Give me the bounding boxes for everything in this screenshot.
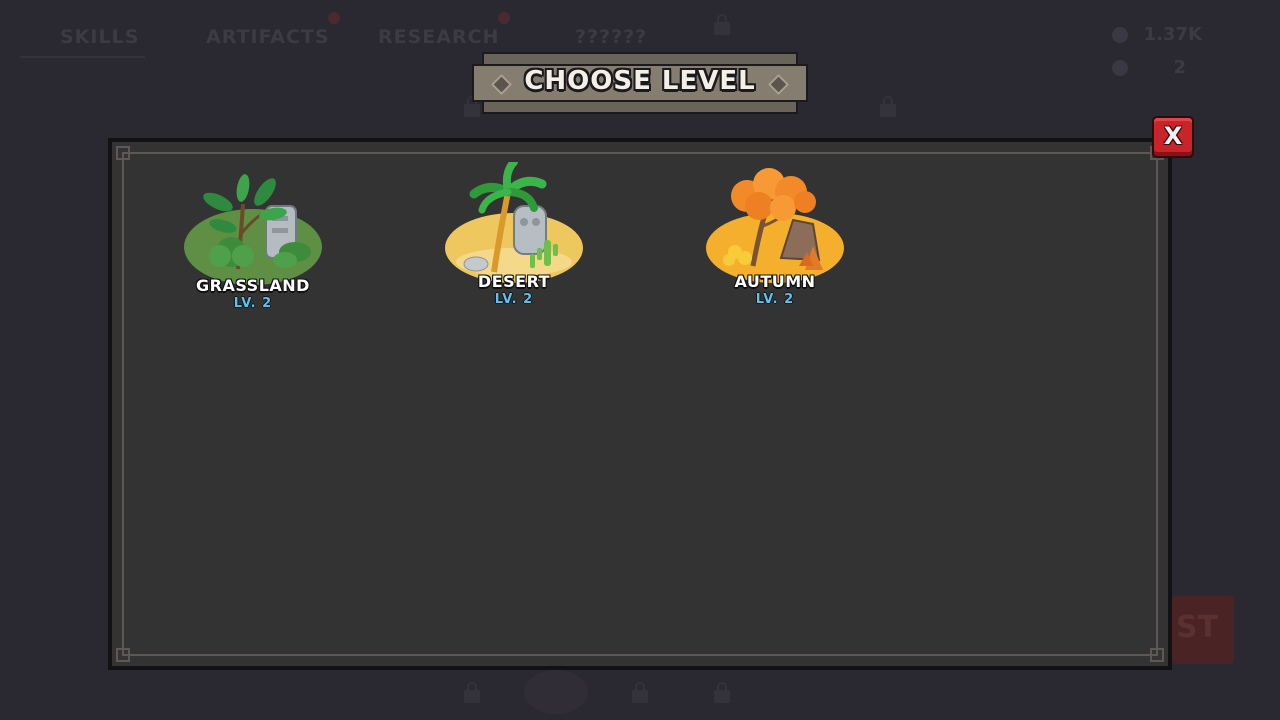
bg-notification-dot: [328, 12, 340, 24]
bg-lock-icon: [714, 682, 730, 703]
bg-token-icon: [1112, 60, 1128, 76]
bg-stat-tokens: 2: [1173, 57, 1186, 78]
level-card-desert[interactable]: DESERT LV. 2: [434, 162, 594, 322]
panel-corner-ornament: [116, 648, 130, 662]
level-number: LV. 2: [494, 292, 534, 307]
level-card-grassland[interactable]: GRASSLAND LV. 2: [173, 164, 333, 324]
dialog-title-banner: CHOOSE LEVEL: [472, 52, 808, 114]
bg-lock-icon: [464, 682, 480, 703]
level-name: AUTUMN: [734, 272, 816, 291]
level-name: DESERT: [477, 272, 551, 291]
bg-tab-underline: [20, 56, 145, 58]
bg-lock-icon: [632, 682, 648, 703]
panel-corner-ornament: [116, 146, 130, 160]
panel-corner-ornament: [1150, 648, 1164, 662]
level-name: GRASSLAND: [196, 276, 310, 295]
bg-tab-unknown: ??????: [575, 26, 648, 48]
dialog-title: CHOOSE LEVEL: [524, 66, 756, 96]
level-card-autumn[interactable]: AUTUMN LV. 2: [695, 162, 855, 322]
bg-lock-icon: [880, 96, 896, 117]
bg-lock-icon: [714, 14, 730, 35]
level-select-panel: GRASSLAND LV. 2 DESERT LV. 2 AUTUMN LV. …: [108, 138, 1172, 670]
grassland-icon: [184, 174, 322, 285]
close-button[interactable]: X: [1152, 116, 1194, 158]
level-number: LV. 2: [233, 296, 273, 311]
bg-gem-icon: [1112, 27, 1128, 43]
bg-tab-research: RESEARCH: [378, 26, 500, 48]
bg-stat-currency: 1.37K: [1143, 24, 1202, 45]
level-number: LV. 2: [755, 292, 795, 307]
bg-corner-button-text: ST: [1176, 610, 1219, 645]
bg-lock-icon: [464, 96, 480, 117]
bg-tab-skills: SKILLS: [60, 26, 140, 48]
bg-skill-node-icon: [524, 670, 588, 714]
bg-tab-artifacts: ARTIFACTS: [206, 26, 330, 48]
bg-notification-dot: [498, 12, 510, 24]
